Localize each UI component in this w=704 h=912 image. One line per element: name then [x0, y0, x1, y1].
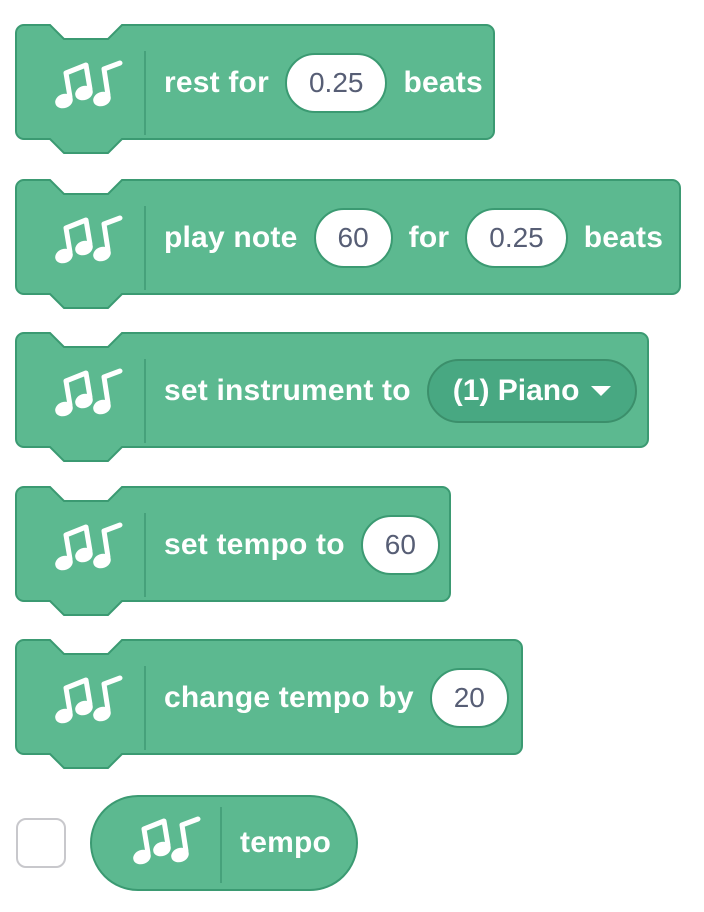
set-instrument-block[interactable]: set instrument to (1) Piano: [15, 332, 649, 462]
music-notes-icon: [55, 522, 123, 571]
music-notes-icon: [55, 675, 123, 724]
block-divider: [144, 666, 146, 750]
tempo-reporter-block[interactable]: tempo: [90, 795, 358, 891]
tempo-monitor-checkbox[interactable]: [16, 818, 66, 868]
block-divider: [144, 513, 146, 597]
music-notes-icon: [55, 215, 123, 264]
block-divider: [144, 206, 146, 290]
tempo-input[interactable]: 60: [360, 515, 440, 575]
rest-for-block[interactable]: rest for 0.25 beats: [15, 24, 495, 154]
instrument-dropdown[interactable]: (1) Piano: [426, 359, 638, 423]
note-input[interactable]: 60: [313, 208, 393, 268]
music-notes-icon: [133, 816, 201, 865]
instrument-dropdown-value: (1) Piano: [452, 374, 580, 407]
caret-down-icon: [591, 386, 612, 396]
for-label: for: [408, 221, 450, 254]
change-tempo-block[interactable]: change tempo by 20: [15, 639, 523, 769]
change-tempo-label: change tempo by: [164, 681, 414, 714]
set-tempo-label: set tempo to: [164, 528, 345, 561]
note-beats-input[interactable]: 0.25: [465, 208, 568, 268]
tempo-change-input[interactable]: 20: [429, 668, 509, 728]
music-notes-icon: [55, 60, 123, 109]
rest-beats-input[interactable]: 0.25: [284, 53, 388, 113]
set-tempo-block[interactable]: set tempo to 60: [15, 486, 451, 616]
block-divider: [144, 359, 146, 443]
play-note-block[interactable]: play note 60 for 0.25 beats: [15, 179, 681, 309]
block-divider: [220, 807, 222, 883]
beats-label: beats: [403, 66, 483, 99]
tempo-reporter-label: tempo: [240, 826, 331, 859]
rest-for-label: rest for: [164, 66, 269, 99]
music-notes-icon: [55, 368, 123, 417]
play-note-label: play note: [164, 221, 298, 254]
beats-label: beats: [583, 221, 664, 254]
block-divider: [144, 51, 146, 135]
set-instrument-label: set instrument to: [164, 374, 411, 407]
